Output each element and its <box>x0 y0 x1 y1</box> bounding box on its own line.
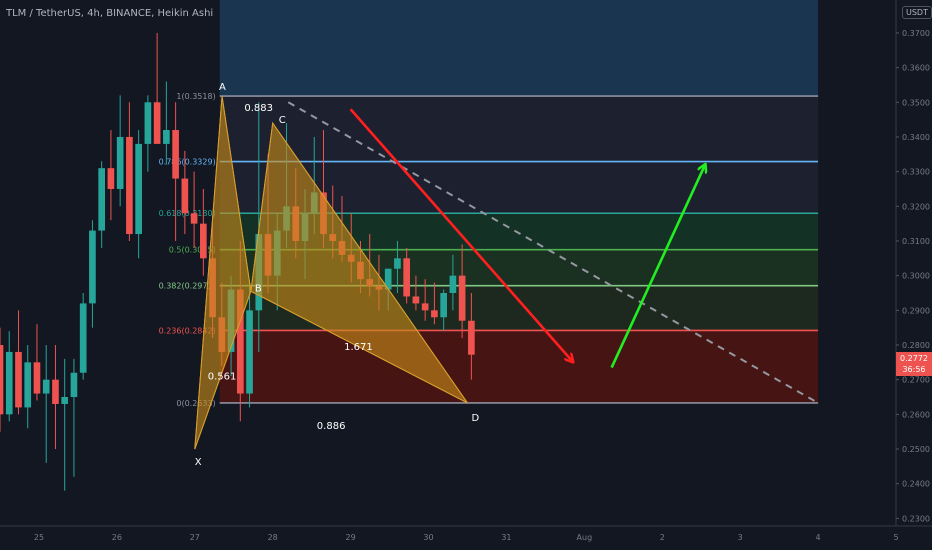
time-tick-label: 30 <box>423 533 433 542</box>
price-tick-label: 0.2800 <box>902 341 930 350</box>
currency-button[interactable]: USDT <box>902 6 932 19</box>
time-tick-label: 3 <box>738 533 743 542</box>
candle-body <box>153 102 161 144</box>
candle-body <box>107 168 115 189</box>
candle-body <box>468 320 475 355</box>
candle-body <box>246 310 253 394</box>
candle-body <box>15 351 22 408</box>
fib-level-label: 0.786(0.3329) <box>159 158 216 167</box>
price-tick-label: 0.3300 <box>902 168 930 177</box>
price-tick-label: 0.2900 <box>902 306 930 315</box>
candle-body <box>449 275 457 293</box>
time-tick-label: 27 <box>190 533 200 542</box>
price-tick-label: 0.3400 <box>902 133 930 142</box>
candle-body <box>33 362 41 394</box>
candle-body <box>24 362 32 408</box>
fib-extension-zone <box>219 0 819 97</box>
symbol-label[interactable]: TLM / TetherUS <box>6 8 81 19</box>
price-tick-label: 0.2600 <box>902 410 930 419</box>
time-axis-bg <box>0 526 932 550</box>
time-tick-label: 31 <box>501 533 511 542</box>
candle-body <box>458 275 466 321</box>
price-tick-label: 0.3000 <box>902 272 930 281</box>
harmonic-ratio-label: 0.561 <box>208 372 237 383</box>
harmonic-ratio-label: 0.883 <box>244 103 273 114</box>
time-tick-label: Aug <box>577 533 593 542</box>
candle-body <box>0 345 4 415</box>
candle-body <box>98 168 105 231</box>
price-tick-label: 0.2300 <box>902 514 930 523</box>
candle-body <box>172 130 179 179</box>
price-tick-label: 0.2700 <box>902 376 930 385</box>
bar-countdown: 36:56 <box>902 365 926 374</box>
candle-body <box>52 379 59 404</box>
harmonic-point-label: C <box>279 115 286 126</box>
price-tick-label: 0.3600 <box>902 64 930 73</box>
chart-header: TLM / TetherUS, 4h, BINANCE, Heikin Ashi <box>6 8 214 19</box>
price-tick-label: 0.2500 <box>902 445 930 454</box>
candle-body <box>403 258 411 297</box>
interval-label[interactable]: 4h <box>87 8 100 19</box>
time-tick-label: 5 <box>893 533 898 542</box>
candle-body <box>421 303 429 311</box>
candle-body <box>190 213 198 224</box>
time-tick-label: 26 <box>112 533 122 542</box>
time-tick-label: 25 <box>34 533 44 542</box>
candle-body <box>440 292 447 318</box>
fib-level-label: 0.5(0.3075) <box>169 246 216 255</box>
candle-body <box>163 130 170 144</box>
candle-body <box>135 143 142 235</box>
harmonic-ratio-label: 1.671 <box>344 342 373 353</box>
price-tick-label: 0.3700 <box>902 29 930 38</box>
last-price-badge: 0.2772 36:56 <box>896 352 932 376</box>
candle-body <box>126 136 133 235</box>
candle-body <box>431 310 438 318</box>
candle-body <box>116 136 124 189</box>
price-tick-label: 0.3100 <box>902 237 930 246</box>
candle-body <box>61 397 69 404</box>
candle-body <box>89 230 96 304</box>
harmonic-ratio-label: 0.886 <box>317 421 346 432</box>
candle-body <box>5 351 13 415</box>
exchange-label: BINANCE <box>106 8 152 19</box>
candle-body <box>412 296 420 304</box>
fib-zone-5 <box>219 330 819 403</box>
harmonic-point-label: B <box>255 283 262 294</box>
candle-body <box>79 303 87 373</box>
time-tick-label: 28 <box>268 533 278 542</box>
harmonic-point-label: D <box>471 413 479 424</box>
harmonic-point-label: A <box>219 82 226 93</box>
candle-body <box>394 258 401 269</box>
candle-body <box>200 223 207 259</box>
fib-level-label: 1(0.3518) <box>176 92 215 101</box>
candle-body <box>70 372 78 398</box>
price-tick-label: 0.2400 <box>902 480 930 489</box>
time-tick-label: 29 <box>346 533 356 542</box>
price-tick-label: 0.3500 <box>902 98 930 107</box>
price-tick-label: 0.3200 <box>902 202 930 211</box>
fib-zone-0 <box>219 96 819 162</box>
time-tick-label: 2 <box>660 533 665 542</box>
candle-body <box>181 178 189 214</box>
candle-body <box>144 102 152 144</box>
harmonic-point-label: X <box>195 457 202 468</box>
price-chart[interactable]: 1(0.3518)0.786(0.3329)0.618(0.3180)0.5(0… <box>0 0 932 550</box>
last-price-value: 0.2772 <box>900 354 928 363</box>
chart-style-label[interactable]: Heikin Ashi <box>158 8 214 19</box>
time-tick-label: 4 <box>816 533 821 542</box>
candle-body <box>42 379 50 394</box>
